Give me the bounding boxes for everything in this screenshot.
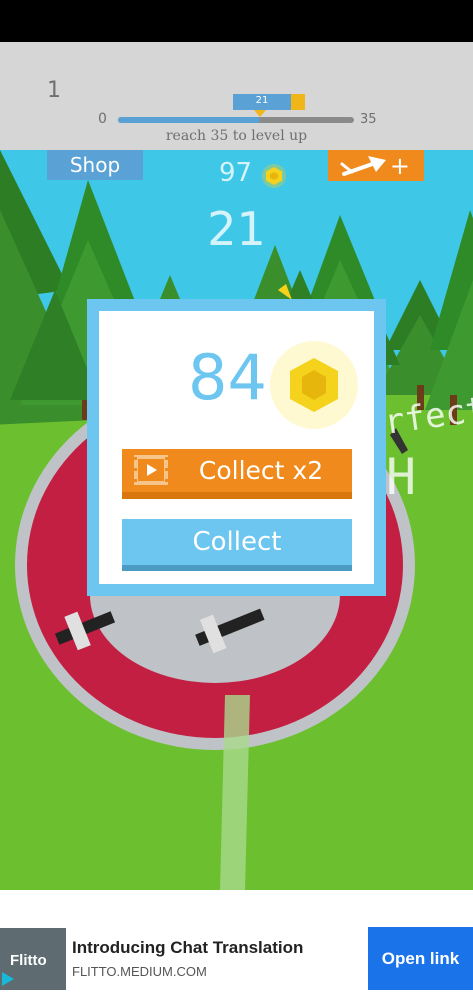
arrow-upgrade-button[interactable]: +: [328, 150, 424, 181]
progress-marker: 21: [233, 94, 305, 110]
ad-brand: Flitto: [10, 952, 47, 969]
level-bar-max: 35: [360, 112, 377, 127]
coin-balance: 97: [219, 158, 253, 188]
collect-label: Collect: [192, 527, 282, 557]
progress-marker-value: 21: [255, 95, 269, 106]
progress-marker-goal-box: [291, 94, 305, 110]
current-level: 1: [47, 78, 61, 103]
collect-x2-label: Collect x2: [198, 456, 324, 485]
arrow-upgrade-plus: +: [389, 152, 410, 180]
collect-x2-shadow: [122, 492, 352, 499]
video-icon: [134, 455, 168, 485]
ad-thumbnail: Flitto: [0, 928, 66, 990]
hit-combo-text: H: [386, 448, 417, 506]
collect-button[interactable]: Collect: [122, 519, 352, 571]
score: 21: [207, 202, 266, 256]
level-bar-min: 0: [98, 111, 107, 127]
status-bar: [0, 0, 473, 42]
level-progress-fill: [118, 117, 260, 123]
coin-icon: [262, 164, 286, 188]
play-icon: [2, 972, 14, 986]
open-link-button[interactable]: Open link: [368, 927, 473, 990]
progress-marker-pointer: [254, 110, 266, 117]
coin-icon: [270, 341, 358, 429]
level-progress-track: [118, 117, 354, 123]
collect-shadow: [122, 565, 352, 571]
ad-banner[interactable]: Flitto Introducing Chat Translation FLIT…: [0, 890, 473, 1000]
shop-button[interactable]: Shop: [47, 150, 143, 180]
ad-title[interactable]: Introducing Chat Translation: [72, 938, 303, 958]
collect-x2-button[interactable]: Collect x2: [122, 449, 352, 499]
arrow-trail: [220, 695, 250, 890]
ad-url: FLITTO.MEDIUM.COM: [72, 964, 207, 979]
reward-amount: 84: [188, 341, 267, 414]
level-up-hint: reach 35 to level up: [165, 128, 308, 144]
